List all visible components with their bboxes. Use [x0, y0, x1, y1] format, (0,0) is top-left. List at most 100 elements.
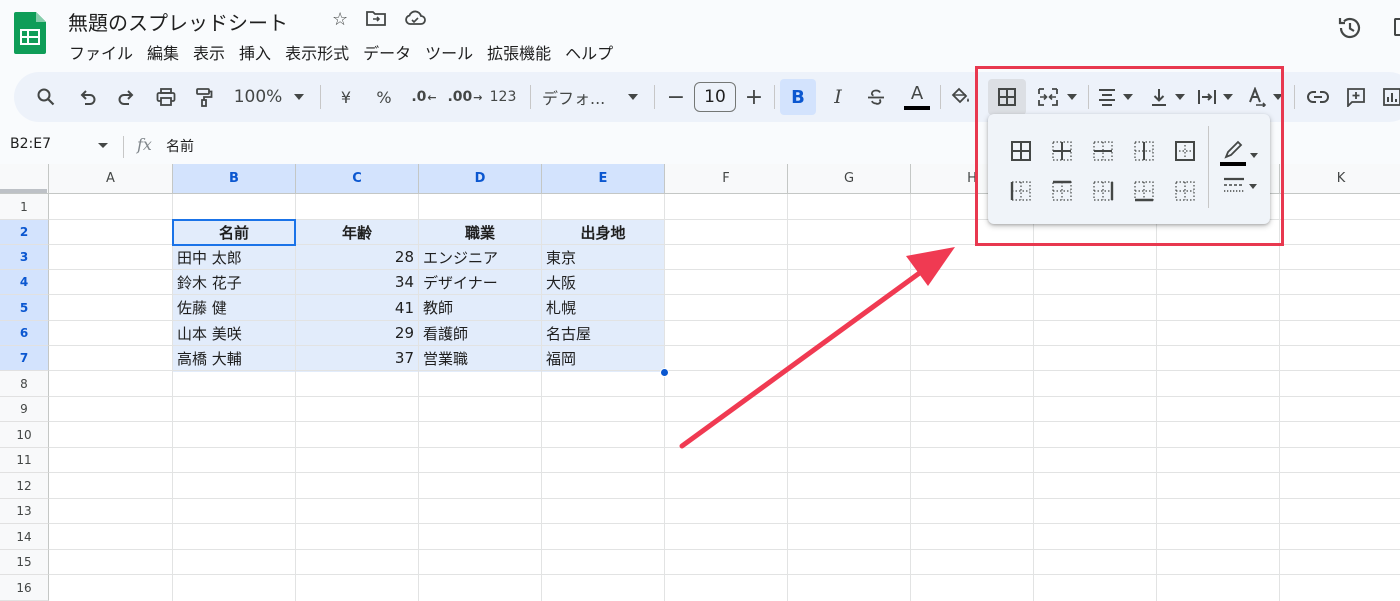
column-header-d[interactable]: D: [419, 164, 542, 194]
cell-c5[interactable]: 41: [296, 295, 418, 320]
column-header-b[interactable]: B: [173, 164, 296, 194]
name-box-caret-icon[interactable]: [98, 143, 108, 148]
redo-icon[interactable]: [114, 72, 138, 122]
cell-b3[interactable]: 田中 太郎: [173, 245, 295, 269]
menu-format[interactable]: 表示形式: [278, 38, 356, 66]
column-header-k[interactable]: K: [1280, 164, 1400, 194]
sheets-logo-icon[interactable]: [14, 12, 46, 54]
cell-e7[interactable]: 福岡: [542, 346, 664, 370]
row-header-6[interactable]: 6: [0, 321, 49, 346]
text-color-button[interactable]: A: [902, 72, 932, 122]
gridline: [49, 370, 1400, 371]
row-header-9[interactable]: 9: [0, 397, 49, 422]
row-header-15[interactable]: 15: [0, 550, 49, 575]
comments-icon[interactable]: [1394, 18, 1400, 36]
menu-extensions[interactable]: 拡張機能: [480, 38, 558, 66]
cell-d4[interactable]: デザイナー: [419, 270, 541, 294]
font-caret-icon[interactable]: [626, 72, 640, 122]
row-header-13[interactable]: 13: [0, 499, 49, 524]
menu-view[interactable]: 表示: [186, 38, 232, 66]
row-header-16[interactable]: 16: [0, 575, 49, 601]
cell-b6[interactable]: 山本 美咲: [173, 321, 295, 345]
row-header-4[interactable]: 4: [0, 270, 49, 295]
insert-link-icon[interactable]: [1306, 72, 1330, 122]
column-header-f[interactable]: F: [665, 164, 788, 194]
column-header-c[interactable]: C: [296, 164, 419, 194]
star-icon[interactable]: ☆: [332, 9, 348, 30]
zoom-caret-icon[interactable]: [292, 72, 306, 122]
font-size-input[interactable]: 10: [694, 82, 736, 112]
cell-c2[interactable]: 年齢: [296, 220, 418, 244]
fill-color-icon[interactable]: [950, 72, 972, 122]
menu-bar: ファイル 編集 表示 挿入 表示形式 データ ツール 拡張機能 ヘルプ: [62, 38, 620, 66]
cell-b5[interactable]: 佐藤 健: [173, 295, 295, 320]
cell-d6[interactable]: 看護師: [419, 321, 541, 345]
cell-d3[interactable]: エンジニア: [419, 245, 541, 269]
gridline: [787, 194, 788, 601]
formula-input[interactable]: 名前: [166, 136, 194, 156]
row-header-12[interactable]: 12: [0, 473, 49, 499]
cell-e2[interactable]: 出身地: [542, 220, 664, 244]
strikethrough-icon[interactable]: [864, 72, 888, 122]
cell-d7[interactable]: 営業職: [419, 346, 541, 370]
select-all-corner[interactable]: [0, 164, 49, 194]
paint-format-icon[interactable]: [192, 72, 216, 122]
decrease-font-size-button[interactable]: −: [666, 72, 686, 122]
row-header-3[interactable]: 3: [0, 245, 49, 270]
row-header-11[interactable]: 11: [0, 448, 49, 473]
menu-edit[interactable]: 編集: [140, 38, 186, 66]
insert-comment-icon[interactable]: [1344, 72, 1368, 122]
row-header-7[interactable]: 7: [0, 346, 49, 371]
cloud-saved-icon[interactable]: [404, 9, 427, 27]
cell-d2[interactable]: 職業: [419, 220, 541, 244]
increase-decimal-button[interactable]: .00 →: [447, 72, 483, 122]
menu-tools[interactable]: ツール: [418, 38, 480, 66]
currency-format-button[interactable]: ¥: [334, 72, 358, 122]
version-history-icon[interactable]: [1336, 14, 1364, 42]
row-header-1[interactable]: 1: [0, 194, 49, 220]
more-formats-button[interactable]: 123: [488, 72, 518, 122]
document-title[interactable]: 無題のスプレッドシート: [68, 7, 288, 36]
cell-c4[interactable]: 34: [296, 270, 418, 294]
undo-icon[interactable]: [76, 72, 100, 122]
cell-c7[interactable]: 37: [296, 346, 418, 370]
menu-data[interactable]: データ: [356, 38, 418, 66]
insert-chart-icon[interactable]: [1380, 72, 1400, 122]
cell-e6[interactable]: 名古屋: [542, 321, 664, 345]
menu-file[interactable]: ファイル: [62, 38, 140, 66]
row-header-5[interactable]: 5: [0, 295, 49, 321]
arrow-right-icon: →: [473, 90, 483, 104]
cell-b7[interactable]: 高橋 大輔: [173, 346, 295, 370]
column-header-g[interactable]: G: [788, 164, 911, 194]
cell-d5[interactable]: 教師: [419, 295, 541, 320]
cell-c3[interactable]: 28: [296, 245, 418, 269]
gridline: [49, 498, 1400, 499]
increase-font-size-button[interactable]: +: [744, 72, 764, 122]
cell-e4[interactable]: 大阪: [542, 270, 664, 294]
cell-c6[interactable]: 29: [296, 321, 418, 345]
name-box[interactable]: B2:E7: [10, 136, 51, 152]
decrease-decimal-button[interactable]: .0 ←: [410, 72, 438, 122]
zoom-select[interactable]: 100%: [230, 72, 286, 122]
cell-b4[interactable]: 鈴木 花子: [173, 270, 295, 294]
row-header-2[interactable]: 2: [0, 220, 49, 245]
italic-button[interactable]: I: [826, 72, 850, 122]
cell-e5[interactable]: 札幌: [542, 295, 664, 320]
search-menus-icon[interactable]: [34, 72, 58, 122]
row-header-10[interactable]: 10: [0, 422, 49, 448]
font-select[interactable]: デフォ...: [542, 72, 624, 122]
percent-format-button[interactable]: %: [372, 72, 396, 122]
row-header-14[interactable]: 14: [0, 524, 49, 550]
row-header-8[interactable]: 8: [0, 371, 49, 397]
move-folder-icon[interactable]: [366, 9, 387, 27]
gridline: [1033, 194, 1034, 601]
fill-handle[interactable]: [660, 368, 669, 377]
menu-insert[interactable]: 挿入: [232, 38, 278, 66]
formula-bar-divider: [123, 136, 124, 158]
column-header-a[interactable]: A: [49, 164, 173, 194]
bold-button[interactable]: B: [780, 79, 816, 115]
print-icon[interactable]: [154, 72, 178, 122]
column-header-e[interactable]: E: [542, 164, 665, 194]
cell-e3[interactable]: 東京: [542, 245, 664, 269]
menu-help[interactable]: ヘルプ: [558, 38, 620, 66]
